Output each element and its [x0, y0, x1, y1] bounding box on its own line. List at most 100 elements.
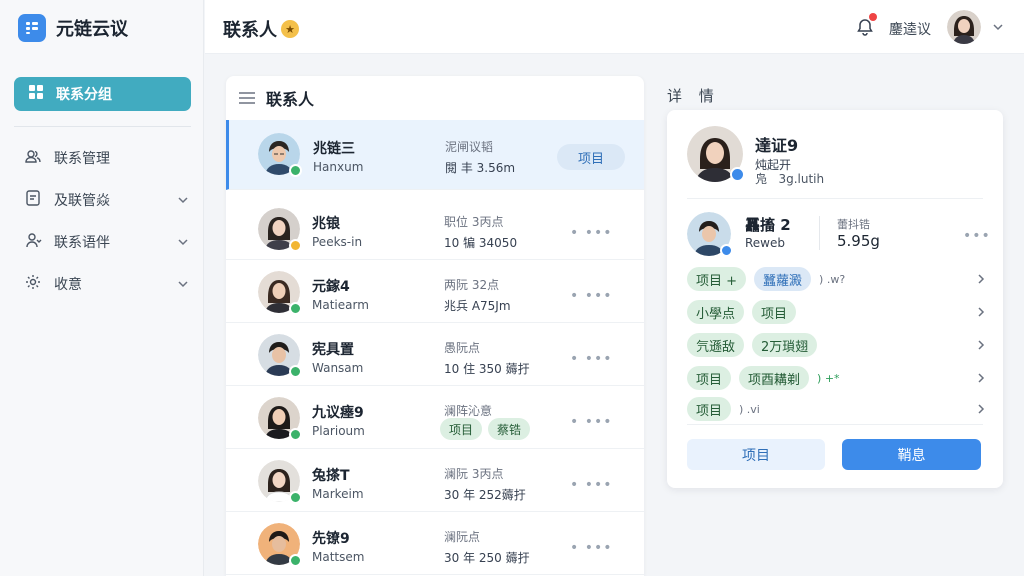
avatar — [258, 523, 302, 567]
more-icon[interactable]: • ••• — [570, 540, 612, 556]
contact-row[interactable]: 元鎵4 Matiearm 两阮 32点 兆兵 A75Jm • ••• — [226, 260, 644, 323]
more-icon[interactable]: • ••• — [570, 351, 612, 367]
contact-subtitle: Peeks-in — [312, 235, 363, 249]
chevron-down-icon[interactable] — [176, 235, 190, 249]
detail-prefix: 凫 — [755, 172, 768, 186]
detail-panel: 達证9 炖起开 凫 3g.lutih 靐搐 2 Reweb 蕾抖锆 5.95g … — [667, 110, 1003, 488]
contact-subtitle: Mattsem — [312, 550, 365, 564]
status-dot — [720, 244, 733, 257]
divider — [687, 198, 983, 199]
detail-tag-row[interactable]: 小學点 项目 — [687, 299, 987, 325]
status-online-dot — [289, 302, 302, 315]
brand[interactable]: 元链云议 — [18, 12, 128, 44]
contacts-title: 联系人 — [266, 90, 315, 109]
contact-meta-value: 10 犏 34050 — [444, 236, 518, 250]
chevron-right-icon[interactable] — [975, 272, 987, 286]
chevron-right-icon[interactable] — [975, 305, 987, 319]
more-icon[interactable]: • ••• — [570, 225, 612, 241]
contact-name: 先镣9 — [312, 531, 350, 547]
contact-row[interactable]: 兆锒 Peeks-in 职位 3丙点 10 犏 34050 • ••• — [226, 197, 644, 260]
chevron-down-icon[interactable] — [991, 20, 1005, 34]
avatar[interactable] — [947, 10, 981, 44]
person-icon — [24, 231, 42, 253]
contact-meta-value: 兆兵 A75Jm — [444, 299, 511, 313]
contact-meta: 愚阮点 — [444, 341, 481, 355]
more-icon[interactable]: ••• — [963, 228, 991, 244]
tag-chip[interactable]: 项目 + — [687, 267, 747, 291]
contacts-panel: 联系人 兆链三 Hanxum 泥闸议韬 閱 丰 3.56m 项目 兆锒 Peek… — [226, 76, 644, 576]
chevron-right-icon[interactable] — [975, 371, 987, 385]
tag-chip[interactable]: 2万瑣翅 — [752, 333, 818, 357]
page-title-text: 联系人 — [223, 20, 277, 41]
emoji-badge-icon: ★ — [281, 20, 299, 38]
menu-icon[interactable] — [238, 91, 256, 105]
avatar — [258, 208, 302, 252]
contact-row[interactable]: 兆链三 Hanxum 泥闸议韬 閱 丰 3.56m 项目 — [226, 120, 644, 190]
avatar — [687, 126, 745, 182]
detail-tag-row[interactable]: 项目 项酉耩剃 ) +* — [687, 365, 987, 391]
sidebar-item-label: 联系管理 — [54, 151, 110, 167]
tag-chip[interactable]: 项目 — [687, 366, 732, 390]
tag-chip[interactable]: 蔡锆 — [488, 418, 531, 440]
tag-chip[interactable]: 项酉耩剃 — [739, 366, 810, 390]
avatar — [258, 334, 302, 378]
contact-subtitle: Matiearm — [312, 298, 369, 312]
detail-tag-row[interactable]: 氕遜敌 2万瑣翅 — [687, 332, 987, 358]
contact-name: 宪具置 — [312, 342, 354, 358]
tag-chip[interactable]: 蠶蘿澱 — [754, 267, 812, 291]
contact-subtitle: Hanxum — [313, 160, 364, 174]
contact-name: 靐搐 2 — [745, 216, 791, 234]
status-away-dot — [289, 239, 302, 252]
divider — [14, 126, 191, 127]
tag-chip[interactable]: 小學点 — [687, 300, 745, 324]
contact-row[interactable]: 先镣9 Mattsem 澜阮点 30 年 250 薅扜 • ••• — [226, 512, 644, 575]
page-title: 联系人 ★ — [223, 16, 299, 42]
divider — [819, 216, 820, 250]
project-button[interactable]: 项目 — [687, 439, 825, 470]
document-icon — [24, 189, 42, 211]
chevron-right-icon[interactable] — [975, 402, 987, 416]
contact-subtitle: Reweb — [745, 236, 785, 250]
detail-subtitle-2: 凫 3g.lutih — [755, 170, 824, 187]
sidebar-item-contact-management[interactable]: 联系管理 — [24, 145, 190, 171]
contact-meta: 澜阮点 — [444, 530, 481, 544]
tag-group: 项目 蔡锆 — [440, 418, 536, 440]
contact-name: 元鎵4 — [312, 279, 350, 295]
app-title: 元链云议 — [56, 19, 128, 40]
tag-chip[interactable]: 项目 — [687, 397, 732, 421]
row-extra: ) .vi — [739, 402, 760, 416]
chevron-right-icon[interactable] — [975, 338, 987, 352]
contacts-header: 联系人 — [226, 76, 644, 120]
more-icon[interactable]: • ••• — [570, 288, 612, 304]
contact-row[interactable]: 兔搽T Markeim 澜阮 3丙点 30 年 252薅扜 • ••• — [226, 449, 644, 512]
tag-chip[interactable]: 氕遜敌 — [687, 333, 745, 357]
detail-tag-row[interactable]: 项目 ) .vi — [687, 396, 987, 422]
row-extra: ) +* — [817, 371, 840, 385]
project-tag[interactable]: 项目 — [557, 144, 625, 170]
status-online-dot — [289, 164, 302, 177]
sidebar-item-contact-partners[interactable]: 联系语伴 — [24, 229, 190, 255]
divider — [687, 424, 983, 425]
tag-chip[interactable]: 项目 — [752, 300, 797, 324]
sidebar-item-contact-groups[interactable]: 联系分组 — [14, 77, 191, 111]
detail-label: 详 情 — [667, 87, 720, 105]
contact-row[interactable]: 九议瘗9 Plarioum 澜阵沁意 项目 蔡锆 • ••• — [226, 386, 644, 449]
username[interactable]: 鏖逵议 — [889, 19, 931, 39]
more-icon[interactable]: • ••• — [570, 477, 612, 493]
sidebar-item-label: 联系分组 — [56, 87, 112, 103]
sidebar: 元链云议 联系分组 联系管理 及联管焱 联系语伴 收意 — [0, 0, 204, 576]
contact-name: 兔搽T — [312, 468, 350, 484]
tag-chip[interactable]: 项目 — [440, 418, 483, 440]
status-online-dot — [289, 428, 302, 441]
sidebar-item-settings[interactable]: 收意 — [24, 271, 190, 297]
sidebar-item-related[interactable]: 及联管焱 — [24, 187, 190, 213]
contact-row[interactable]: 宪具置 Wansam 愚阮点 10 住 350 薅扜 • ••• — [226, 323, 644, 386]
people-icon — [24, 147, 42, 169]
detail-tag-row[interactable]: 项目 + 蠶蘿澱 ) .w? — [687, 266, 987, 292]
message-button[interactable]: 鞘息 — [842, 439, 981, 470]
contact-name: 兆锒 — [312, 216, 340, 232]
more-icon[interactable]: • ••• — [570, 414, 612, 430]
chevron-down-icon[interactable] — [176, 193, 190, 207]
chevron-down-icon[interactable] — [176, 277, 190, 291]
contact-meta: 蕾抖锆 — [837, 218, 870, 231]
